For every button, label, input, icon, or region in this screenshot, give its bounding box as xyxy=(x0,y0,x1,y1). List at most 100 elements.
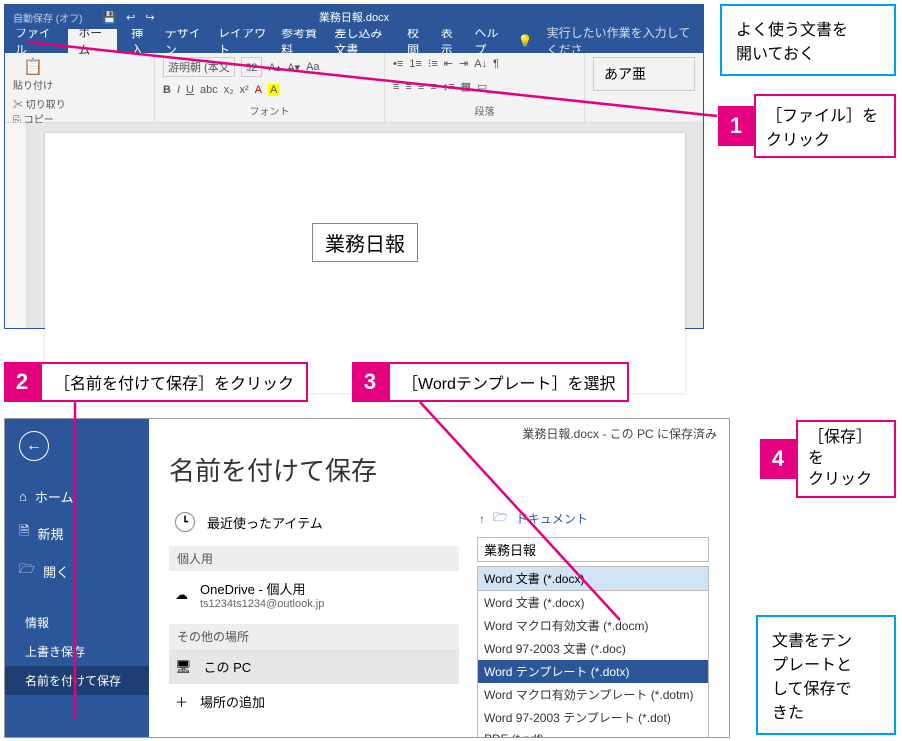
step-label: ［Wordテンプレート］を選択 xyxy=(388,362,629,402)
indent-inc-icon[interactable]: ⇥ xyxy=(459,57,468,70)
align-right-icon[interactable]: ≡ xyxy=(418,81,424,93)
font-name-select[interactable]: 游明朝 (本文 xyxy=(163,57,235,77)
shrink-font-icon[interactable]: A▾ xyxy=(287,61,300,74)
ribbon-tabs: ファイル ホーム 挿入 デザイン レイアウト 参考資料 差し込み文書 校閲 表示… xyxy=(5,29,703,53)
align-center-icon[interactable]: ≡ xyxy=(405,81,411,93)
sort-icon[interactable]: A↓ xyxy=(474,58,487,70)
justify-icon[interactable]: ≡ xyxy=(430,81,436,93)
numbering-icon[interactable]: 1≡ xyxy=(409,58,422,70)
open-icon: 🗁 xyxy=(19,560,35,582)
pc-icon: 🖥 xyxy=(175,659,192,675)
group-styles: あア亜 xyxy=(585,53,703,122)
callout-open-doc: よく使う文書を 開いておく xyxy=(720,4,896,76)
indent-dec-icon[interactable]: ⇤ xyxy=(444,57,453,70)
shading-icon[interactable]: ▦ xyxy=(461,80,471,93)
doc-status: 業務日報.docx - この PC に保存済み xyxy=(522,425,717,442)
filetype-option[interactable]: Word 97-2003 文書 (*.doc) xyxy=(478,637,708,660)
showmarks-icon[interactable]: ¶ xyxy=(493,58,499,70)
clock-icon: ┗ xyxy=(175,512,195,532)
italic-button[interactable]: I xyxy=(177,84,180,96)
font-size-select[interactable]: ｺ2 xyxy=(241,57,263,77)
save-details: ↑ 🗁 ドキュメント Word 文書 (*.docx) Word 文書 (*.d… xyxy=(477,504,709,738)
group-clipboard: 📋 貼り付け ✂ 切り取り ⎘ コピー 🖌 書式のコピー/貼り付け クリップボー… xyxy=(5,53,155,122)
filetype-option[interactable]: Word マクロ有効文書 (*.docm) xyxy=(478,614,708,637)
sidebar-item-open[interactable]: 🗁開く xyxy=(5,552,149,590)
sidebar-item-save[interactable]: 上書き保存 xyxy=(5,637,149,666)
location-recent[interactable]: ┗ 最近使ったアイテム xyxy=(169,504,459,540)
save-locations: ┗ 最近使ったアイテム 個人用 ☁ OneDrive - 個人用 ts1234t… xyxy=(169,504,459,738)
filetype-option[interactable]: Word マクロ有効テンプレート (*.dotm) xyxy=(478,683,708,706)
step-number: 2 xyxy=(4,362,40,402)
word-window: 自動保存 (オフ) 💾 ↩ ↪ 業務日報.docx ファイル ホーム 挿入 デザ… xyxy=(4,4,704,329)
location-thispc[interactable]: 🖥 この PC xyxy=(169,649,459,684)
backstage-sidebar: ← ⌂ホーム 🗎新規 🗁開く 情報 上書き保存 名前を付けて保存 xyxy=(5,419,149,737)
back-button[interactable]: ← xyxy=(19,431,49,461)
filetype-option-template[interactable]: Word テンプレート (*.dotx) xyxy=(478,660,708,683)
path-row[interactable]: ↑ 🗁 ドキュメント xyxy=(477,504,709,533)
plus-icon: ＋ xyxy=(175,692,188,711)
sidebar-item-home[interactable]: ⌂ホーム xyxy=(5,479,149,514)
page[interactable]: 業務日報 xyxy=(45,133,685,393)
sidebar-item-info[interactable]: 情報 xyxy=(5,608,149,637)
ribbon-toolbar: 📋 貼り付け ✂ 切り取り ⎘ コピー 🖌 書式のコピー/貼り付け クリップボー… xyxy=(5,53,703,123)
cut-button[interactable]: ✂ 切り取り xyxy=(13,98,131,113)
filetype-option[interactable]: Word 97-2003 テンプレート (*.dot) xyxy=(478,706,708,729)
step-1: 1 ［ファイル］を クリック xyxy=(718,94,896,158)
bold-button[interactable]: B xyxy=(163,84,171,96)
step-4: 4 ［保存］をクリック xyxy=(760,420,896,498)
line-spacing-icon[interactable]: ↕≡ xyxy=(443,81,455,93)
page-heading: 名前を付けて保存 xyxy=(169,451,709,488)
filetype-option[interactable]: Word 文書 (*.docx) xyxy=(478,591,708,614)
new-icon: 🗎 xyxy=(19,522,29,544)
backstage-view: ← ⌂ホーム 🗎新規 🗁開く 情報 上書き保存 名前を付けて保存 業務日報.do… xyxy=(4,418,730,738)
step-label: ［ファイル］を クリック xyxy=(754,94,896,158)
strike-icon[interactable]: abc xyxy=(200,84,218,96)
save-icon[interactable]: 💾 xyxy=(102,11,116,24)
filename-input[interactable] xyxy=(477,537,709,562)
tell-me[interactable]: 実行したい作業を入力してくださ xyxy=(547,24,693,58)
home-icon: ⌂ xyxy=(19,489,27,504)
step-2: 2 ［名前を付けて保存］をクリック xyxy=(4,362,308,402)
vertical-ruler xyxy=(5,123,27,328)
sidebar-item-new[interactable]: 🗎新規 xyxy=(5,514,149,552)
sidebar-item-saveas[interactable]: 名前を付けて保存 xyxy=(5,666,149,695)
step-number: 1 xyxy=(718,106,754,146)
multilevel-icon[interactable]: ⁝≡ xyxy=(428,57,438,70)
filetype-option[interactable]: PDF (*.pdf) xyxy=(478,729,708,738)
align-left-icon[interactable]: ≡ xyxy=(393,81,399,93)
filetype-dropdown[interactable]: Word 文書 (*.docx) Word 文書 (*.docx) Word マ… xyxy=(477,566,709,738)
folder-name: ドキュメント xyxy=(516,510,588,527)
step-label: ［保存］をクリック xyxy=(796,420,896,498)
document-title: 業務日報.docx xyxy=(319,9,389,25)
folder-icon: 🗁 xyxy=(493,508,508,529)
sup-icon[interactable]: x² xyxy=(240,84,249,96)
location-onedrive[interactable]: ☁ OneDrive - 個人用 ts1234ts1234@outlook.jp xyxy=(169,571,459,618)
filetype-current[interactable]: Word 文書 (*.docx) xyxy=(478,567,708,591)
group-font: 游明朝 (本文 ｺ2 A▴ A▾ Aa B I U abc x₂ x² A A … xyxy=(155,53,385,122)
font-color-icon[interactable]: A xyxy=(255,84,262,96)
callout-saved-template: 文書をテン プレートと して保存で きた xyxy=(756,615,896,735)
highlight-icon[interactable]: A xyxy=(268,84,279,96)
step-number: 4 xyxy=(760,439,796,479)
redo-icon[interactable]: ↪ xyxy=(145,11,154,24)
group-label: フォント xyxy=(163,103,376,118)
document-heading-box[interactable]: 業務日報 xyxy=(312,223,418,262)
group-label: 段落 xyxy=(393,103,576,118)
underline-button[interactable]: U xyxy=(186,84,194,96)
step-3: 3 ［Wordテンプレート］を選択 xyxy=(352,362,629,402)
autosave-toggle[interactable]: 自動保存 (オフ) xyxy=(13,10,82,25)
location-addplace[interactable]: ＋ 場所の追加 xyxy=(169,684,459,719)
paste-button[interactable]: 📋 貼り付け xyxy=(13,57,53,92)
grow-font-icon[interactable]: A▴ xyxy=(268,61,281,74)
border-icon[interactable]: ▭ xyxy=(477,80,487,93)
undo-icon[interactable]: ↩ xyxy=(126,11,135,24)
change-case-icon[interactable]: Aa xyxy=(306,61,319,73)
group-paragraph: •≡ 1≡ ⁝≡ ⇤ ⇥ A↓ ¶ ≡ ≡ ≡ ≡ ↕≡ ▦ ▭ 段落 xyxy=(385,53,585,122)
sub-icon[interactable]: x₂ xyxy=(224,84,234,96)
backstage-main: 業務日報.docx - この PC に保存済み 名前を付けて保存 ┗ 最近使った… xyxy=(149,419,729,737)
style-sample[interactable]: あア亜 xyxy=(593,57,695,91)
onedrive-email: ts1234ts1234@outlook.jp xyxy=(200,598,324,610)
up-arrow-icon[interactable]: ↑ xyxy=(479,512,485,526)
step-label: ［名前を付けて保存］をクリック xyxy=(40,362,308,402)
bullets-icon[interactable]: •≡ xyxy=(393,58,403,70)
